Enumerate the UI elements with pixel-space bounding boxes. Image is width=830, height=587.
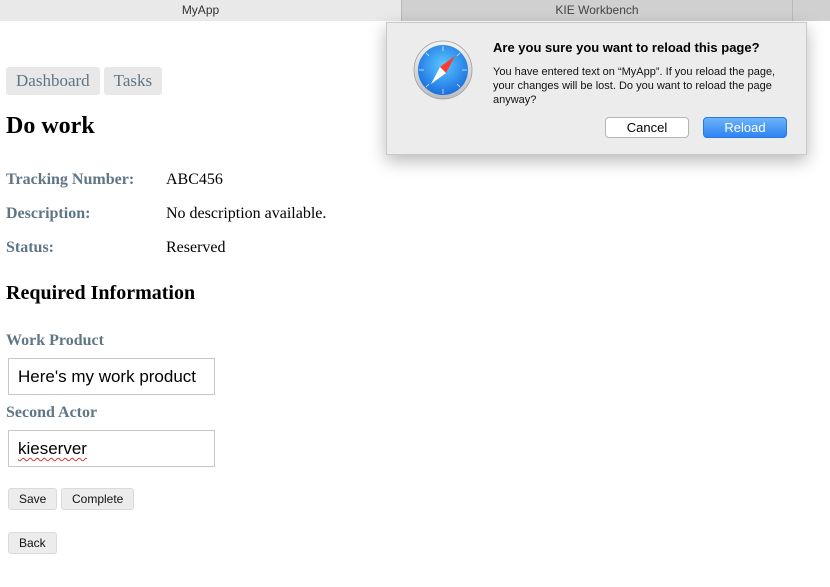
tracking-number-value: ABC456: [166, 171, 223, 188]
tracking-number-label: Tracking Number:: [6, 171, 135, 188]
dialog-title: Are you sure you want to reload this pag…: [493, 40, 760, 55]
work-product-label: Work Product: [6, 332, 104, 349]
page-title: Do work: [6, 113, 95, 139]
work-product-input[interactable]: Here's my work product: [8, 358, 215, 395]
browser-tab-strip: MyApp KIE Workbench: [0, 0, 830, 21]
cancel-button[interactable]: Cancel: [605, 117, 689, 138]
second-actor-input[interactable]: kieserver: [8, 430, 215, 467]
required-information-heading: Required Information: [6, 282, 196, 304]
complete-button[interactable]: Complete: [61, 488, 135, 510]
top-nav: Dashboard Tasks: [6, 67, 163, 95]
status-value: Reserved: [166, 239, 226, 256]
back-button[interactable]: Back: [8, 532, 57, 554]
tab-strip-filler: [793, 0, 830, 21]
description-label: Description:: [6, 205, 91, 222]
description-value: No description available.: [166, 205, 327, 222]
browser-tab-myapp[interactable]: MyApp: [0, 0, 402, 21]
second-actor-label: Second Actor: [6, 404, 98, 421]
dashboard-button[interactable]: Dashboard: [6, 67, 100, 95]
reload-confirm-dialog: Are you sure you want to reload this pag…: [386, 22, 807, 155]
safari-compass-icon: [413, 40, 473, 100]
tasks-button[interactable]: Tasks: [103, 67, 163, 95]
browser-tab-kie-workbench[interactable]: KIE Workbench: [402, 0, 793, 21]
status-label: Status:: [6, 239, 55, 256]
second-actor-value: kieserver: [18, 439, 87, 458]
reload-button[interactable]: Reload: [703, 117, 787, 138]
dialog-message: You have entered text on “MyApp”. If you…: [493, 66, 776, 106]
save-button[interactable]: Save: [8, 488, 58, 510]
